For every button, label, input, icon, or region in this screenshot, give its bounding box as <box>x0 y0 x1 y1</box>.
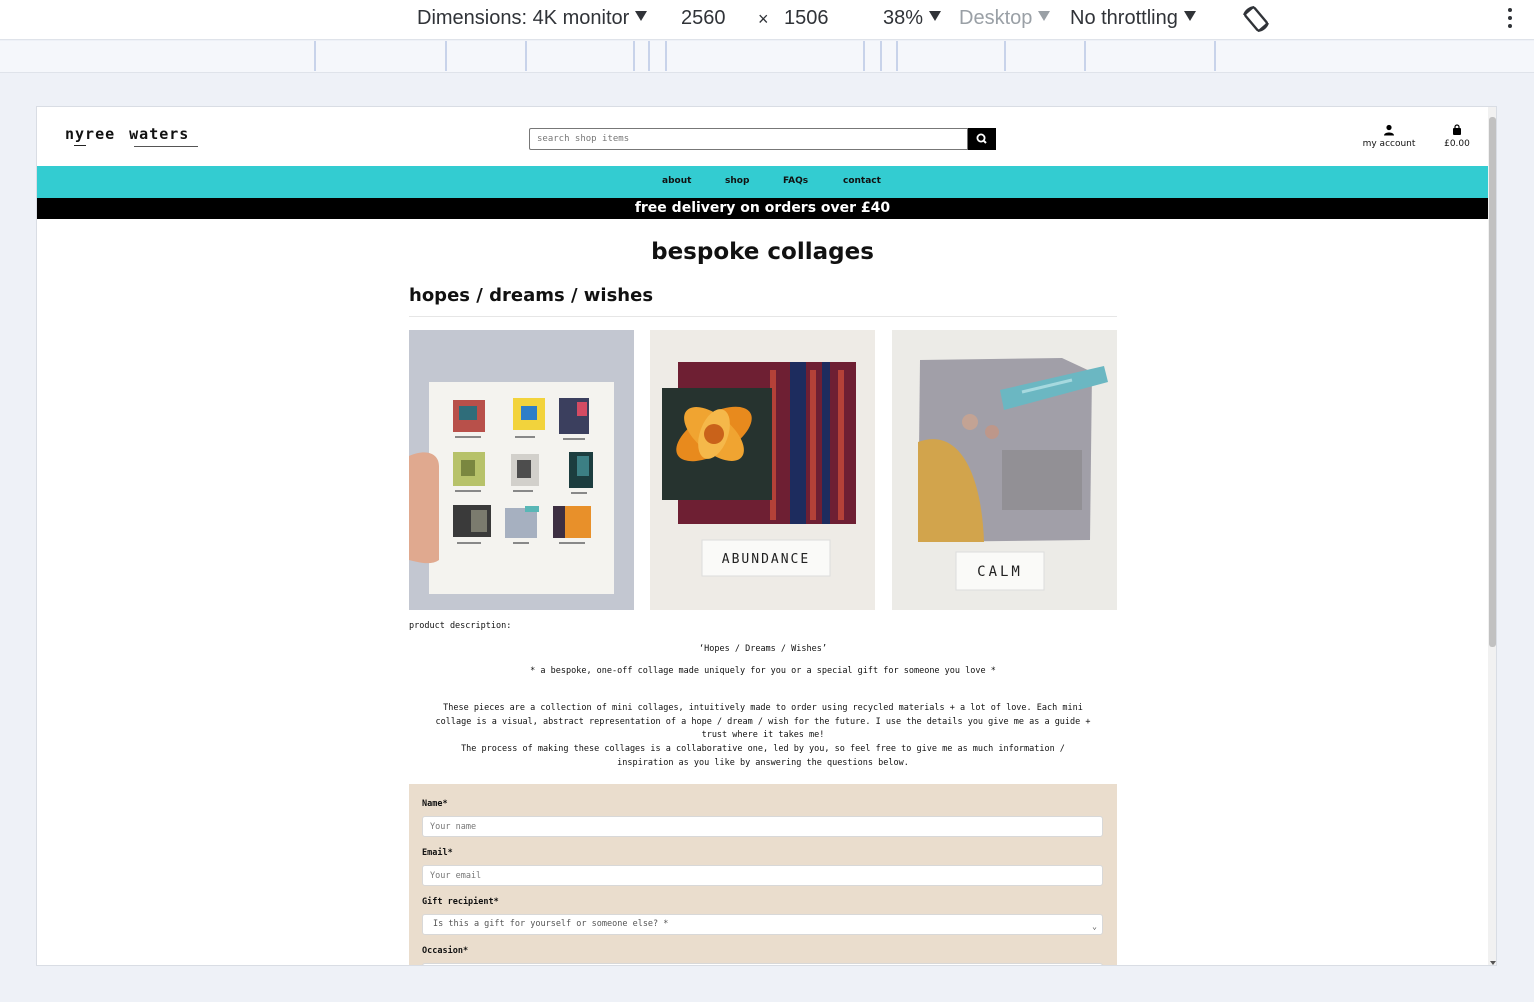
description-paragraph-line: inspiration as you like by answering the… <box>617 758 909 768</box>
my-account-label: my account <box>1362 139 1416 149</box>
description-paragraph-line: trust where it takes me! <box>701 730 825 740</box>
cart-link[interactable]: £0.00 <box>1437 124 1477 149</box>
occasion-label: Occasion* <box>422 946 469 956</box>
product-title: hopes / dreams / wishes <box>409 285 654 306</box>
name-label: Name* <box>422 799 448 809</box>
nav-item-about[interactable]: about <box>662 176 691 186</box>
chevron-down-icon <box>1038 11 1051 21</box>
my-account-link[interactable]: my account <box>1359 124 1419 149</box>
zoom-dropdown[interactable]: 38% <box>883 7 942 30</box>
main-nav: about shop FAQs contact <box>37 166 1488 198</box>
scroll-down-icon[interactable] <box>1490 961 1496 965</box>
more-options-icon[interactable] <box>1506 8 1514 30</box>
chevron-down-icon: ⌄ <box>1092 922 1097 931</box>
calm-caption: CALM <box>977 564 1023 580</box>
page-scrollbar[interactable] <box>1488 107 1496 965</box>
search-input[interactable] <box>529 128 968 150</box>
promo-banner: free delivery on orders over £40 <box>37 198 1488 219</box>
search-form <box>529 128 996 150</box>
chevron-down-icon <box>929 11 942 21</box>
site-header: nyree waters my account <box>37 107 1488 166</box>
name-field[interactable] <box>422 816 1103 837</box>
logo-word-2: waters <box>129 125 190 143</box>
nav-item-contact[interactable]: contact <box>843 176 881 186</box>
logo-underline <box>74 145 86 146</box>
cart-total: £0.00 <box>1444 139 1470 149</box>
product-description-label: product description: <box>409 621 512 631</box>
site-logo[interactable]: nyree waters <box>65 125 189 143</box>
dimensions-dropdown[interactable]: Dimensions: 4K monitor <box>417 7 648 30</box>
scrollbar-thumb[interactable] <box>1489 117 1496 647</box>
email-field[interactable] <box>422 865 1103 886</box>
search-button[interactable] <box>968 128 996 150</box>
search-icon <box>976 133 987 144</box>
product-image-calm[interactable]: CALM <box>892 330 1117 610</box>
description-paragraph-line: The process of making these collages is … <box>461 744 1065 754</box>
description-paragraph-line: collage is a visual, abstract representa… <box>435 717 1091 727</box>
description-quote: ‘Hopes / Dreams / Wishes’ <box>699 644 827 654</box>
media-query-ruler <box>0 41 1534 73</box>
divider <box>409 316 1117 317</box>
description-paragraph-line: These pieces are a collection of mini co… <box>443 703 1083 713</box>
dimensions-label: Dimensions: 4K monitor <box>417 7 630 29</box>
times-separator: × <box>758 9 769 29</box>
nav-item-faqs[interactable]: FAQs <box>783 176 808 186</box>
product-image-abundance[interactable]: ABUNDANCE <box>650 330 875 610</box>
gift-recipient-label: Gift recipient* <box>422 897 499 907</box>
zoom-label: 38% <box>883 7 924 29</box>
logo-word-1: nyree <box>65 125 116 143</box>
rotate-icon[interactable] <box>1240 3 1272 35</box>
nav-item-shop[interactable]: shop <box>725 176 749 186</box>
email-label: Email* <box>422 848 453 858</box>
logo-underline <box>134 146 198 147</box>
gift-recipient-select[interactable]: Is this a gift for yourself or someone e… <box>422 914 1103 935</box>
product-image-grid[interactable] <box>409 330 634 610</box>
order-form: Name* Email* Gift recipient* Is this a g… <box>409 784 1117 965</box>
devtools-device-toolbar: Dimensions: 4K monitor 2560 × 1506 38% D… <box>0 0 1534 40</box>
occasion-field[interactable] <box>422 963 1103 965</box>
abundance-caption: ABUNDANCE <box>722 552 810 567</box>
emulated-viewport: nyree waters my account <box>36 106 1497 966</box>
throttling-dropdown[interactable]: No throttling <box>1070 7 1196 30</box>
chevron-down-icon <box>635 11 648 21</box>
gift-recipient-value: Is this a gift for yourself or someone e… <box>433 919 669 929</box>
description-tagline: * a bespoke, one-off collage made unique… <box>530 666 996 676</box>
page-title: bespoke collages <box>651 239 874 265</box>
device-type-dropdown[interactable]: Desktop <box>959 7 1051 30</box>
device-type-label: Desktop <box>959 7 1033 29</box>
user-icon <box>1384 124 1394 136</box>
shopping-bag-icon <box>1453 124 1461 135</box>
throttling-label: No throttling <box>1070 7 1178 29</box>
height-input[interactable]: 1506 <box>784 7 829 30</box>
width-input[interactable]: 2560 <box>681 7 726 30</box>
chevron-down-icon <box>1183 11 1196 21</box>
